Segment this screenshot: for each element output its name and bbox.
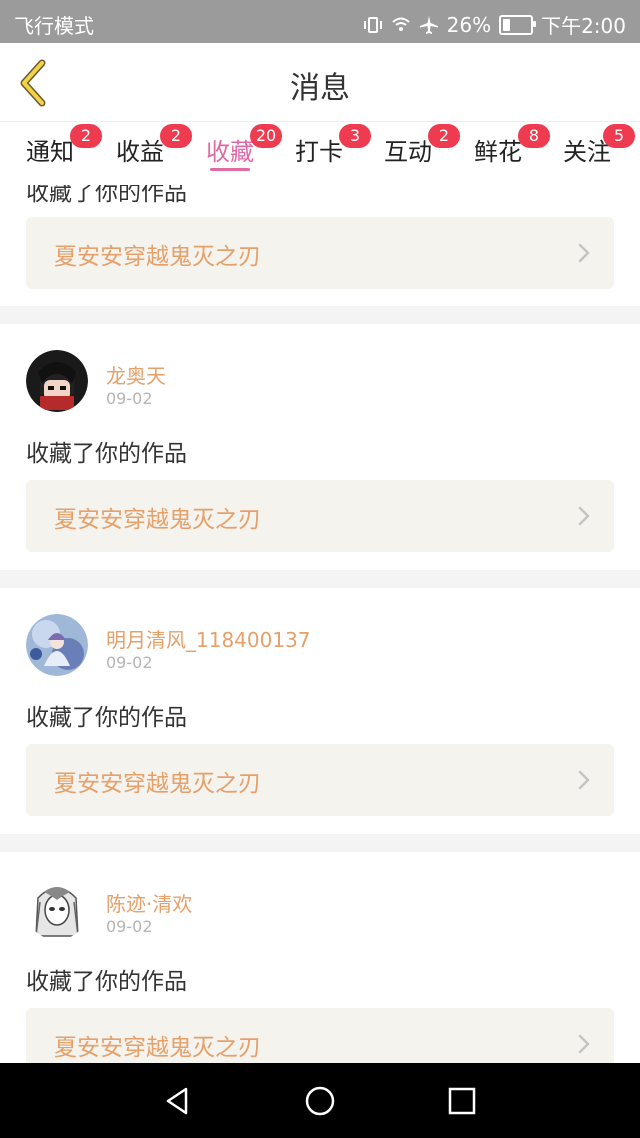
user-name[interactable]: 明月清风_118400137: [106, 624, 311, 653]
action-text: 收藏了你的作品: [26, 969, 187, 995]
chevron-right-icon: [578, 770, 590, 790]
tab-label: 收藏: [206, 138, 254, 166]
airplane-mode-label: 飞行模式: [14, 14, 94, 38]
circle-home-icon[interactable]: [302, 1083, 338, 1119]
active-tab-indicator: [210, 168, 250, 171]
action-text: 收藏了你的作品: [26, 441, 187, 467]
battery-percent: 26%: [446, 12, 492, 37]
work-title: 夏安安穿越鬼灭之刃: [54, 771, 261, 797]
tab-badge: 5: [603, 124, 635, 148]
tab-badge: 2: [428, 124, 460, 148]
avatar-image: [26, 878, 88, 940]
tab-badge: 3: [339, 124, 371, 148]
tab-label: 收益: [116, 138, 164, 166]
tab-earnings[interactable]: 收益 2: [116, 124, 192, 178]
work-title: 夏安安穿越鬼灭之刃: [54, 1035, 261, 1061]
status-bar: 飞行模式 26% 下午2:00: [0, 0, 640, 43]
app-header: 消息: [0, 43, 640, 121]
tab-bar: 通知 2 收益 2 收藏 20 打卡 3 互动 2 鲜花 8 关注 5: [0, 121, 640, 180]
status-icons: 26% 下午2:00: [363, 10, 626, 39]
tab-favorites[interactable]: 收藏 20: [206, 124, 282, 178]
action-text: 收藏了你的作品: [26, 705, 187, 731]
list-item: 龙奥天 09-02 收藏了你的作品 夏安安穿越鬼灭之刃: [0, 324, 640, 570]
airplane-icon: [419, 15, 438, 34]
avatar[interactable]: [26, 878, 88, 940]
tab-checkin[interactable]: 打卡 3: [295, 124, 371, 178]
post-date: 09-02: [106, 917, 153, 936]
square-recent-icon[interactable]: [444, 1083, 480, 1119]
list-item: 收藏了你的作品 夏安安穿越鬼灭之刃: [0, 179, 640, 306]
work-link[interactable]: 夏安安穿越鬼灭之刃: [26, 744, 614, 816]
user-name[interactable]: 龙奥天: [106, 360, 166, 389]
tab-label: 鲜花: [474, 138, 522, 166]
system-nav-bar: [0, 1063, 640, 1138]
avatar[interactable]: [26, 614, 88, 676]
tab-badge: 8: [518, 124, 550, 148]
clock: 下午2:00: [541, 14, 626, 38]
avatar[interactable]: [26, 350, 88, 412]
tab-notice[interactable]: 通知 2: [26, 124, 102, 178]
tab-interaction[interactable]: 互动 2: [384, 124, 460, 178]
work-link[interactable]: 夏安安穿越鬼灭之刃: [26, 1008, 614, 1063]
vibrate-icon: [363, 16, 382, 33]
tab-badge: 20: [250, 124, 282, 148]
work-link[interactable]: 夏安安穿越鬼灭之刃: [26, 480, 614, 552]
avatar-image: [26, 350, 88, 412]
avatar-image: [26, 614, 88, 676]
tab-label: 通知: [26, 138, 74, 166]
list-item: 陈迹·清欢 09-02 收藏了你的作品 夏安安穿越鬼灭之刃: [0, 852, 640, 1063]
user-name[interactable]: 陈迹·清欢: [106, 888, 192, 917]
work-title: 夏安安穿越鬼灭之刃: [54, 507, 261, 533]
chevron-right-icon: [578, 506, 590, 526]
tab-badge: 2: [70, 124, 102, 148]
battery-icon: [499, 14, 537, 35]
feed-list[interactable]: 收藏了你的作品 夏安安穿越鬼灭之刃 龙奥天 09-02 收藏了你的作品 夏安安穿…: [0, 179, 640, 1063]
triangle-back-icon[interactable]: [160, 1083, 196, 1119]
list-item: 明月清风_118400137 09-02 收藏了你的作品 夏安安穿越鬼灭之刃: [0, 588, 640, 834]
wifi-icon: [391, 17, 410, 31]
tab-label: 打卡: [295, 138, 343, 166]
work-link[interactable]: 夏安安穿越鬼灭之刃: [26, 217, 614, 289]
tab-badge: 2: [160, 124, 192, 148]
chevron-right-icon: [578, 243, 590, 263]
action-text: 收藏了你的作品: [26, 180, 187, 206]
tab-label: 互动: [384, 138, 432, 166]
page-title: 消息: [290, 71, 350, 106]
work-title: 夏安安穿越鬼灭之刃: [54, 244, 261, 270]
tab-follow[interactable]: 关注 5: [563, 124, 635, 178]
post-date: 09-02: [106, 389, 153, 408]
tab-flowers[interactable]: 鲜花 8: [474, 124, 550, 178]
chevron-right-icon: [578, 1034, 590, 1054]
post-date: 09-02: [106, 653, 153, 672]
